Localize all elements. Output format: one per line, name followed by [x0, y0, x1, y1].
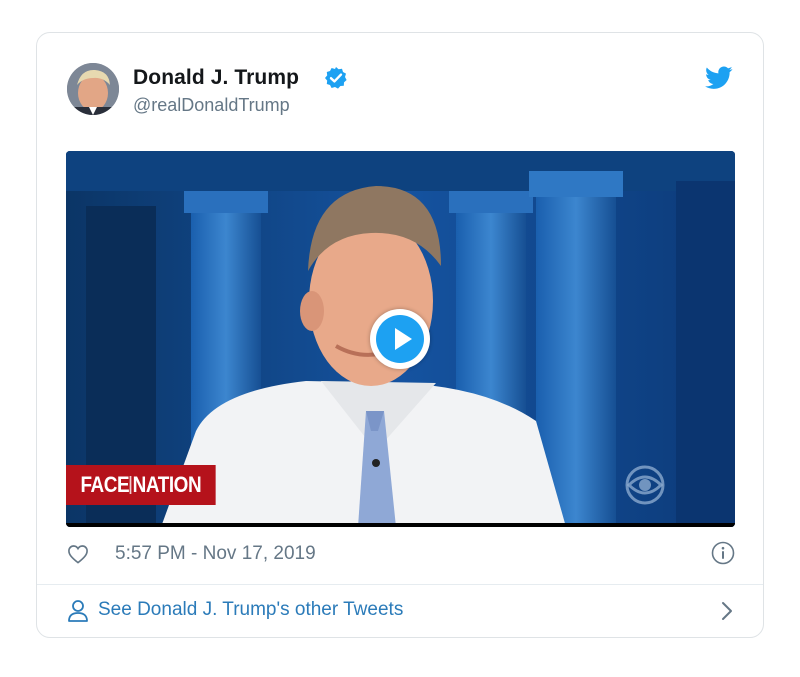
cbs-eye-icon	[625, 465, 665, 505]
face-the-nation-logo: FACE NATION	[66, 465, 216, 505]
tweet-timestamp[interactable]: 5:57 PM - Nov 17, 2019	[115, 543, 316, 565]
show-logo-left: FACE	[80, 472, 130, 497]
heart-icon[interactable]	[67, 544, 89, 564]
play-icon	[376, 315, 424, 363]
avatar-photo	[67, 63, 119, 115]
see-other-tweets-label[interactable]: See Donald J. Trump's other Tweets	[98, 599, 403, 621]
verified-badge-icon	[325, 67, 347, 89]
person-icon	[68, 600, 88, 622]
author-avatar[interactable]	[67, 63, 119, 115]
footer-divider	[37, 584, 763, 585]
info-icon[interactable]	[711, 541, 735, 565]
author-display-name[interactable]: Donald J. Trump	[133, 66, 299, 90]
tweet-card: Donald J. Trump @realDonaldTrump FACE NA…	[36, 32, 764, 638]
author-handle[interactable]: @realDonaldTrump	[133, 95, 290, 116]
chevron-right-icon	[722, 602, 732, 620]
video-player[interactable]: FACE NATION	[66, 151, 735, 527]
show-logo-right: NATION	[132, 472, 202, 497]
see-other-tweets-link[interactable]: See Donald J. Trump's other Tweets	[67, 597, 735, 627]
play-button[interactable]	[370, 309, 430, 369]
twitter-bird-icon[interactable]	[705, 66, 733, 90]
tweet-meta: 5:57 PM - Nov 17, 2019	[67, 541, 735, 571]
